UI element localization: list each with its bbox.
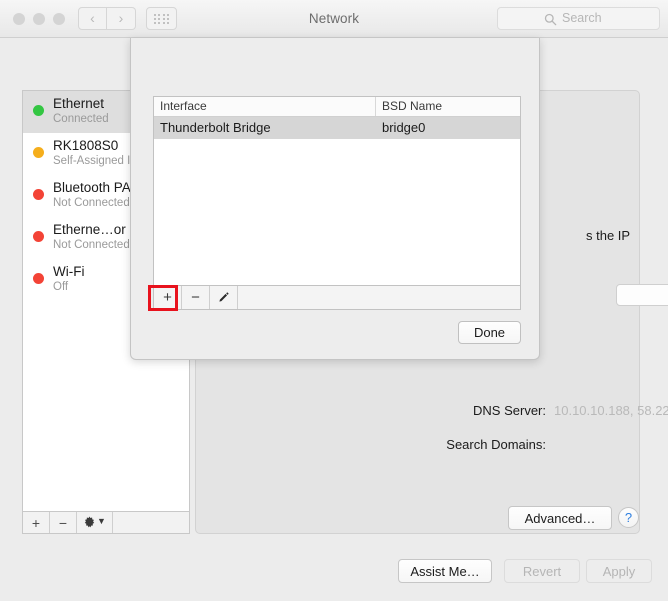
table-header-row: Interface BSD Name (154, 97, 520, 117)
assist-me-label: Assist Me… (410, 563, 480, 579)
interfaces-table-toolbar: + − (153, 286, 521, 310)
done-button[interactable]: Done (458, 321, 521, 344)
advanced-button[interactable]: Advanced… (508, 506, 612, 530)
status-dot-icon (33, 105, 44, 116)
status-dot-icon (33, 147, 44, 158)
cell-bsd-name: bridge0 (382, 120, 426, 135)
preferences-content: s the IP ▲▼ DNS Server: 10.10.10.188, 58… (0, 38, 668, 601)
apply-label: Apply (602, 563, 636, 579)
column-header-bsd-name[interactable]: BSD Name (376, 97, 520, 116)
minus-icon: − (58, 514, 68, 531)
search-placeholder: Search (562, 11, 602, 25)
dns-server-value: 10.10.10.188, 58.22.96.66 (554, 403, 668, 418)
remove-service-button[interactable]: − (50, 512, 77, 533)
add-service-button[interactable]: + (23, 512, 50, 533)
configure-ipv4-popup[interactable]: ▲▼ (616, 284, 668, 306)
help-button[interactable]: ? (618, 507, 639, 528)
edit-interface-button[interactable] (210, 286, 238, 309)
service-actions-menu-button[interactable]: ▼ (77, 512, 113, 533)
status-dot-icon (33, 273, 44, 284)
toolbar-filler (113, 512, 189, 533)
status-description-text: s the IP (586, 228, 631, 243)
services-list-toolbar: + − ▼ (22, 512, 190, 534)
minus-icon: − (191, 289, 200, 306)
advanced-button-label: Advanced… (524, 510, 596, 526)
add-interface-button[interactable]: + (154, 286, 182, 309)
pencil-icon (219, 292, 229, 302)
gear-icon (84, 516, 95, 528)
question-mark-icon: ? (624, 510, 633, 525)
window-titlebar: ‹ › Network Search (0, 0, 668, 38)
chevron-down-icon: ▼ (97, 516, 106, 526)
revert-label: Revert (522, 563, 562, 579)
table-row[interactable]: Thunderbolt Bridge bridge0 (154, 117, 520, 139)
dns-server-label: DNS Server: (473, 403, 546, 418)
status-dot-icon (33, 231, 44, 242)
search-domains-label: Search Domains: (446, 437, 546, 452)
status-dot-icon (33, 189, 44, 200)
toolbar-filler (238, 286, 520, 309)
manage-interfaces-sheet: Interface BSD Name Thunderbolt Bridge br… (130, 38, 540, 360)
search-icon (544, 13, 557, 26)
cell-interface: Thunderbolt Bridge (160, 120, 271, 135)
plus-icon: + (31, 514, 41, 531)
column-header-interface[interactable]: Interface (154, 97, 376, 116)
done-button-label: Done (473, 325, 506, 340)
remove-interface-button[interactable]: − (182, 286, 210, 309)
network-preferences-window: ‹ › Network Search s the IP ▲▼ DNS Serv (0, 0, 668, 601)
plus-icon: + (163, 289, 172, 306)
interfaces-table[interactable]: Interface BSD Name Thunderbolt Bridge br… (153, 96, 521, 286)
search-input[interactable]: Search (497, 7, 660, 30)
